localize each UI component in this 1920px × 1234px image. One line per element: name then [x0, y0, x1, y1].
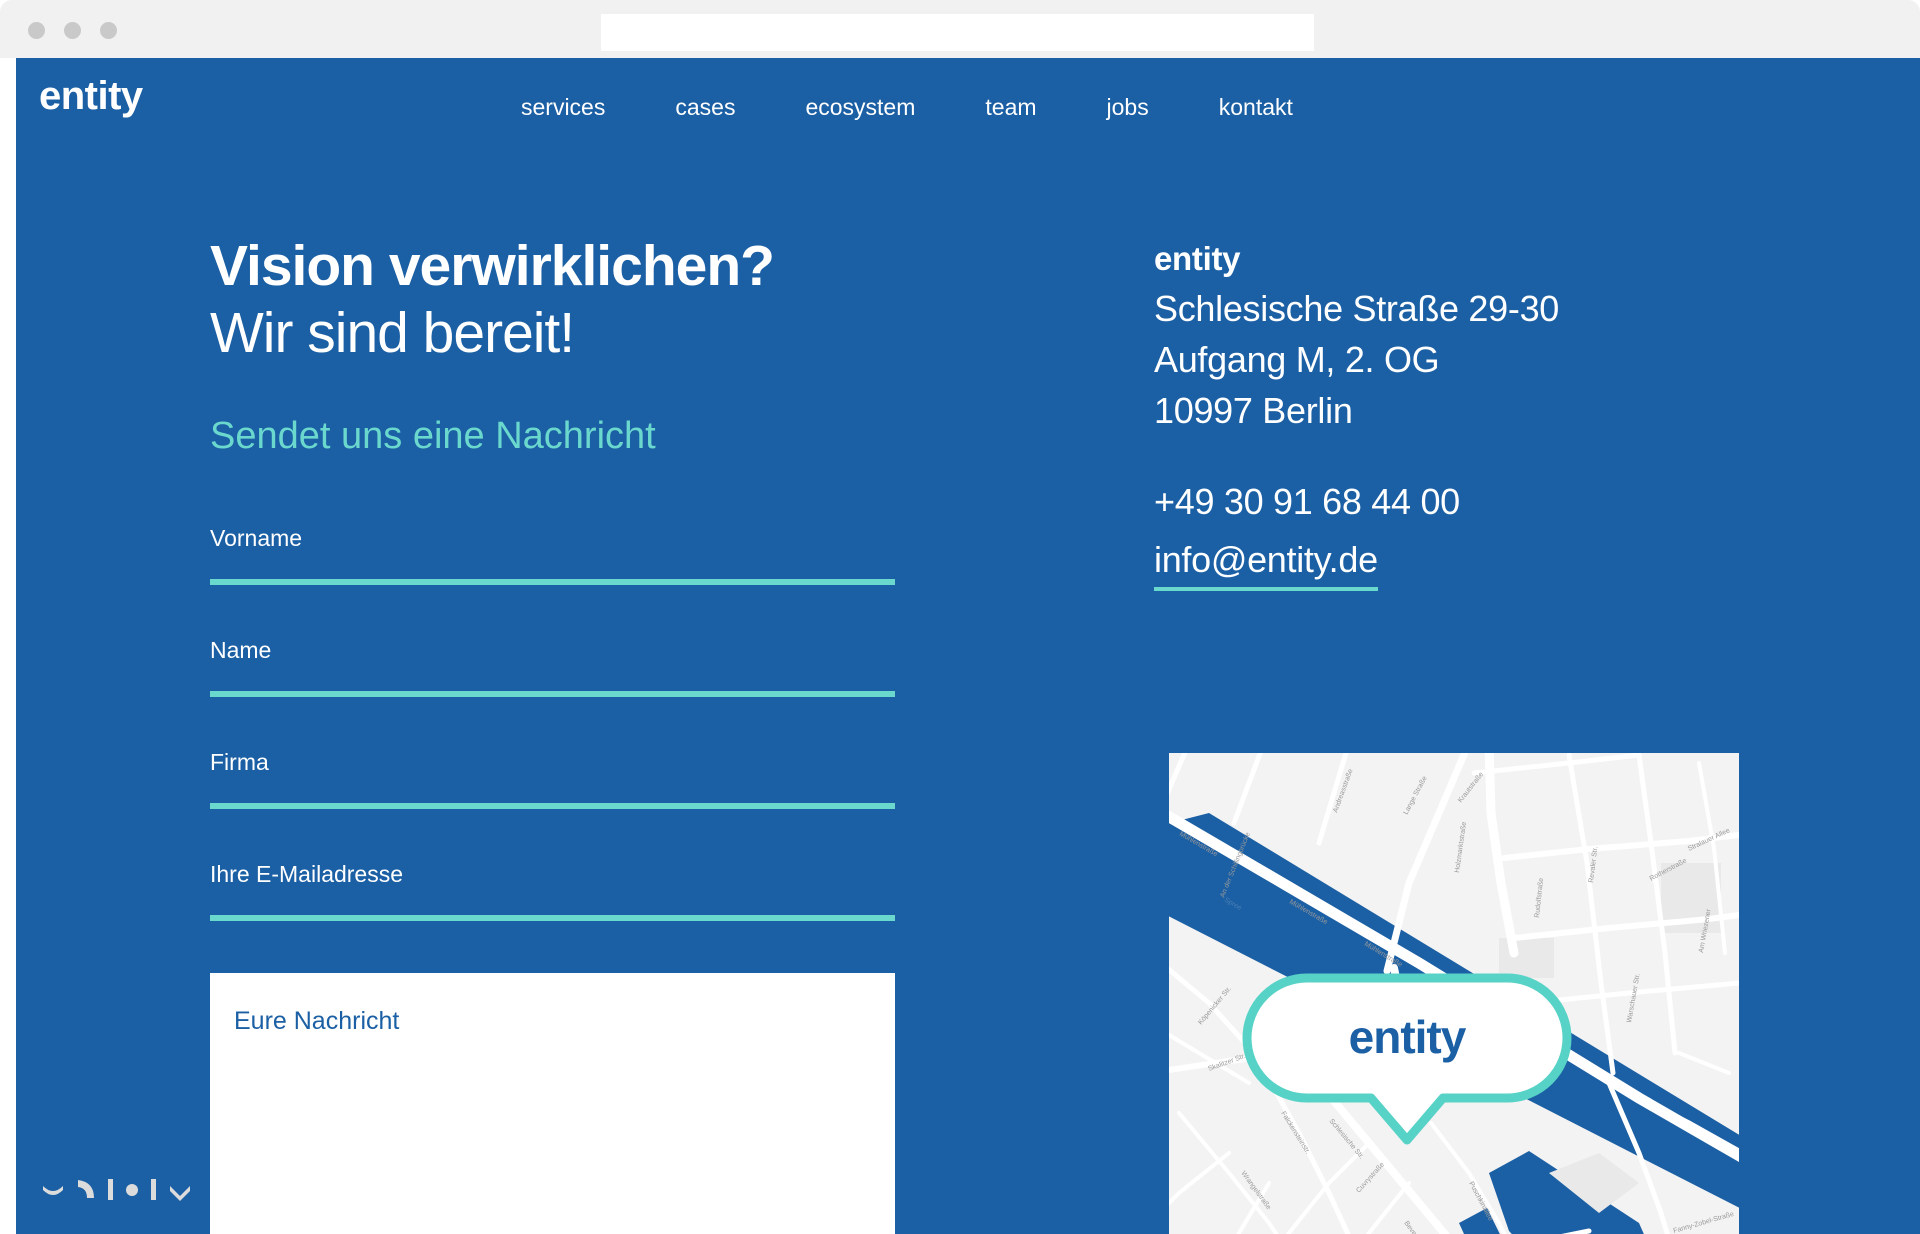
bar-glyph	[108, 1179, 113, 1200]
nav-item-jobs[interactable]: jobs	[1107, 88, 1149, 127]
window-controls	[28, 22, 117, 39]
map-marker-label: entity	[1349, 1011, 1467, 1063]
company-name: entity	[1154, 240, 1241, 277]
contact-info-column: entity Schlesische Straße 29-30 Aufgang …	[1154, 233, 1754, 592]
field-name: Name	[210, 637, 970, 697]
contact-form-column: Vision verwirklichen? Wir sind bereit! S…	[210, 233, 970, 1234]
page-title-line-1: Vision verwirklichen?	[210, 234, 775, 298]
field-label-email: Ihre E-Mailadresse	[210, 860, 404, 887]
address-line-street: Schlesische Straße 29-30	[1154, 288, 1560, 330]
phone-number[interactable]: +49 30 91 68 44 00	[1154, 476, 1754, 527]
email-input[interactable]	[210, 914, 895, 921]
nav-item-ecosystem[interactable]: ecosystem	[805, 88, 915, 127]
page-body: entity services cases ecosystem team job…	[16, 58, 1920, 1234]
email-link[interactable]: info@entity.de	[1154, 534, 1378, 592]
nav-item-services[interactable]: services	[521, 88, 605, 127]
address-line-city: 10997 Berlin	[1154, 389, 1353, 431]
nav-links: services cases ecosystem team jobs konta…	[521, 88, 1293, 127]
nav-item-kontakt[interactable]: kontakt	[1219, 88, 1293, 127]
site-navigation: entity services cases ecosystem team job…	[16, 58, 1920, 138]
contact-details: +49 30 91 68 44 00 info@entity.de	[1154, 476, 1754, 592]
form-subheading: Sendet uns eine Nachricht	[210, 415, 656, 458]
field-label-vorname: Vorname	[210, 524, 303, 551]
field-firma: Firma	[210, 749, 970, 809]
nav-item-team[interactable]: team	[985, 88, 1036, 127]
contact-form: Vorname Name Firma Ihre E-Mailadresse	[210, 525, 970, 1234]
page-title-line-2: Wir sind bereit!	[210, 300, 575, 365]
chevron-down-glyph	[170, 1186, 190, 1201]
address-bar[interactable]	[601, 14, 1314, 51]
vorname-input[interactable]	[210, 578, 895, 585]
message-field-wrapper	[210, 972, 895, 1234]
field-email: Ihre E-Mailadresse	[210, 861, 970, 921]
field-label-name: Name	[210, 636, 272, 663]
browser-chrome	[0, 0, 1920, 58]
address-line-entrance: Aufgang M, 2. OG	[1154, 338, 1440, 380]
decorative-glyph-widget[interactable]	[40, 1172, 193, 1206]
close-window-button[interactable]	[28, 22, 45, 39]
name-input[interactable]	[210, 690, 895, 697]
bar-glyph	[151, 1179, 156, 1200]
message-textarea[interactable]	[210, 972, 895, 1234]
site-logo[interactable]: entity	[39, 76, 143, 116]
maximize-window-button[interactable]	[100, 22, 117, 39]
dot-glyph	[126, 1184, 138, 1196]
firma-input[interactable]	[210, 802, 895, 809]
minimize-window-button[interactable]	[64, 22, 81, 39]
field-label-firma: Firma	[210, 748, 269, 775]
field-vorname: Vorname	[210, 525, 970, 585]
nav-item-cases[interactable]: cases	[675, 88, 735, 127]
arc-up-glyph	[43, 1186, 63, 1195]
map-graphic: Mühlenstraße Mühlenstraße Mühlenstraße A…	[1169, 753, 1739, 1234]
quarter-arc-glyph	[78, 1180, 94, 1198]
page-title: Vision verwirklichen? Wir sind bereit!	[210, 233, 970, 366]
location-map[interactable]: Mühlenstraße Mühlenstraße Mühlenstraße A…	[1169, 753, 1739, 1234]
